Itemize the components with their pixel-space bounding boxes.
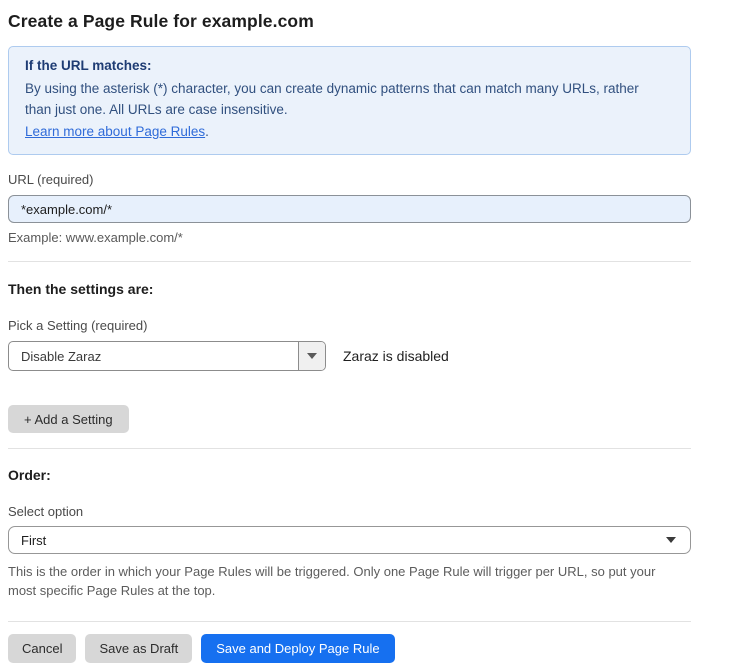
cancel-button[interactable]: Cancel — [8, 634, 76, 663]
setting-dropdown-value[interactable]: Disable Zaraz — [9, 342, 298, 370]
add-setting-button[interactable]: + Add a Setting — [8, 405, 129, 433]
setting-dropdown-caret-button[interactable] — [298, 342, 325, 370]
section-divider — [8, 261, 691, 262]
settings-section-heading: Then the settings are: — [8, 281, 750, 297]
learn-more-link[interactable]: Learn more about Page Rules — [25, 124, 205, 139]
save-and-deploy-button[interactable]: Save and Deploy Page Rule — [201, 634, 394, 663]
url-field-label: URL (required) — [8, 172, 750, 187]
order-helper-text: This is the order in which your Page Rul… — [8, 562, 680, 600]
info-box-body: By using the asterisk (*) character, you… — [25, 78, 665, 120]
url-example-helper: Example: www.example.com/* — [8, 230, 750, 245]
link-suffix: . — [205, 124, 209, 139]
save-as-draft-button[interactable]: Save as Draft — [85, 634, 192, 663]
section-divider — [8, 621, 691, 622]
info-box-heading: If the URL matches: — [25, 58, 674, 73]
url-match-info-box: If the URL matches: By using the asteris… — [8, 46, 691, 155]
section-divider — [8, 448, 691, 449]
page-rule-form: Create a Page Rule for example.com If th… — [0, 0, 750, 663]
order-select[interactable]: First — [8, 526, 691, 554]
caret-down-icon — [666, 537, 676, 543]
order-select-label: Select option — [8, 504, 750, 519]
order-select-value: First — [21, 533, 46, 548]
page-title: Create a Page Rule for example.com — [8, 11, 750, 32]
setting-picker-label: Pick a Setting (required) — [8, 318, 750, 333]
order-section-heading: Order: — [8, 467, 750, 483]
info-link-line: Learn more about Page Rules. — [25, 121, 674, 142]
url-input[interactable] — [8, 195, 691, 223]
zaraz-status-text: Zaraz is disabled — [343, 348, 449, 364]
caret-down-icon — [307, 353, 317, 359]
form-actions: Cancel Save as Draft Save and Deploy Pag… — [8, 634, 750, 663]
setting-dropdown[interactable]: Disable Zaraz — [8, 341, 326, 371]
setting-row: Disable Zaraz Zaraz is disabled — [8, 341, 750, 371]
